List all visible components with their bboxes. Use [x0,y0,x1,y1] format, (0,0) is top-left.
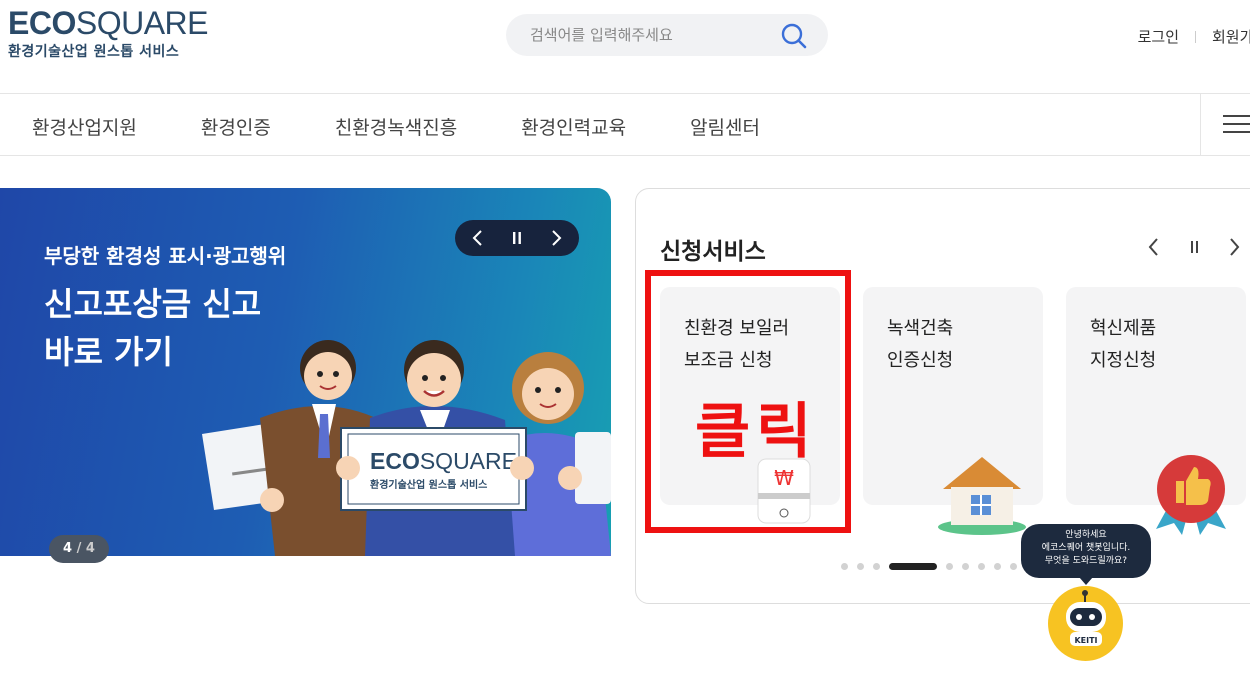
robot-icon: KEITI [1066,590,1106,646]
join-link[interactable]: 회원가입 [1212,26,1250,47]
pagination-dot[interactable] [873,563,880,570]
pause-icon [1191,241,1198,253]
nav-divider [0,155,1250,156]
card-label-line: 혁신제품 [1090,318,1157,339]
main-nav: 환경산업지원 환경인증 친환경녹색진흥 환경인력교육 알림센터 [32,113,824,140]
logo-subtitle: 환경기술산업 원스톱 서비스 [8,44,180,60]
banner-pause-button[interactable] [497,220,537,256]
pause-icon [513,232,521,244]
pagination-dot[interactable] [946,563,953,570]
banner-controls [455,220,579,256]
all-menu-button[interactable] [1200,94,1250,155]
search-input[interactable] [530,24,770,46]
banner-page-total: / 4 [76,541,95,556]
service-card-green-building[interactable]: 녹색건축 인증신청 [863,287,1043,535]
search-bar [506,14,828,56]
chevron-left-icon [472,230,482,246]
service-card-innovation[interactable]: 혁신제품 지정신청 [1066,287,1246,535]
nav-item-certification[interactable]: 환경인증 [201,113,271,140]
service-next-button[interactable] [1222,235,1246,259]
service-prev-button[interactable] [1142,235,1166,259]
util-divider [1195,30,1196,43]
card-label: 녹색건축 인증신청 [887,313,953,377]
banner-page-current: 4 [63,541,73,556]
pagination-dot[interactable] [1010,563,1017,570]
card-label-line: 지정신청 [1090,350,1157,371]
card-label: 혁신제품 지정신청 [1090,313,1156,377]
banner-next-button[interactable] [537,220,577,256]
pagination-dot[interactable] [889,563,937,570]
banner-pagination: 4 / 4 [49,535,109,563]
thumbs-up-badge-icon [1156,455,1226,535]
chevron-left-icon [1148,238,1158,256]
placard-sub: 환경기술산업 원스톱 서비스 [370,478,487,491]
banner-prev-button[interactable] [457,220,497,256]
chevron-right-icon [552,230,562,246]
bot-label: KEITI [1074,636,1097,645]
chatbot-button[interactable]: KEITI [1048,586,1123,661]
nav-item-industry-support[interactable]: 환경산업지원 [32,113,137,140]
logo-wordmark: ECOSQUARE [8,5,208,41]
click-annotation: 클릭 [695,397,818,467]
nav-item-education[interactable]: 환경인력교육 [521,113,626,140]
chatbot-bubble: 안녕하세요 에코스퀘어 챗봇입니다. 무엇을 도와드릴까요? [1021,524,1151,585]
nav-item-notice-center[interactable]: 알림센터 [690,113,760,140]
service-pause-button[interactable] [1182,235,1206,259]
placard-thin: SQUARE [420,448,517,474]
card-label-line: 녹색건축 [887,318,954,339]
pagination-dot[interactable] [841,563,848,570]
site-logo[interactable]: ECOSQUARE 환경기술산업 원스톱 서비스 [8,6,208,61]
login-link[interactable]: 로그인 [1138,26,1179,47]
chatbot-question: 무엇을 도와드릴까요? [1044,556,1128,566]
chatbot-intro: 에코스퀘어 챗봇입니다. [1041,543,1131,553]
header-divider [0,93,1250,94]
pagination-dot[interactable] [962,563,969,570]
house-icon [938,457,1026,535]
service-title: 신청서비스 [660,239,766,265]
pagination-dot[interactable] [994,563,1001,570]
search-button[interactable] [780,22,808,50]
pagination-dot[interactable] [978,563,985,570]
svg-text:ECOSQUARE: ECOSQUARE [370,448,517,474]
placard-bold: ECO [370,448,420,474]
chatbot-greeting: 안녕하세요 [1065,530,1107,540]
page: ECOSQUARE 환경기술산업 원스톱 서비스 로그인 회원가입 환경산업지원… [0,0,1250,678]
main-banner[interactable]: 부당한 환경성 표시·광고행위 신고포상금 신고 바로 가기 ECOSQUARE… [0,188,611,556]
utility-links: 로그인 회원가입 [1138,26,1250,47]
chevron-right-icon [1230,238,1240,256]
nav-item-green-promotion[interactable]: 친환경녹색진흥 [335,113,457,140]
search-icon [781,23,807,49]
card-label-line: 인증신청 [887,350,954,371]
pagination-dot[interactable] [857,563,864,570]
